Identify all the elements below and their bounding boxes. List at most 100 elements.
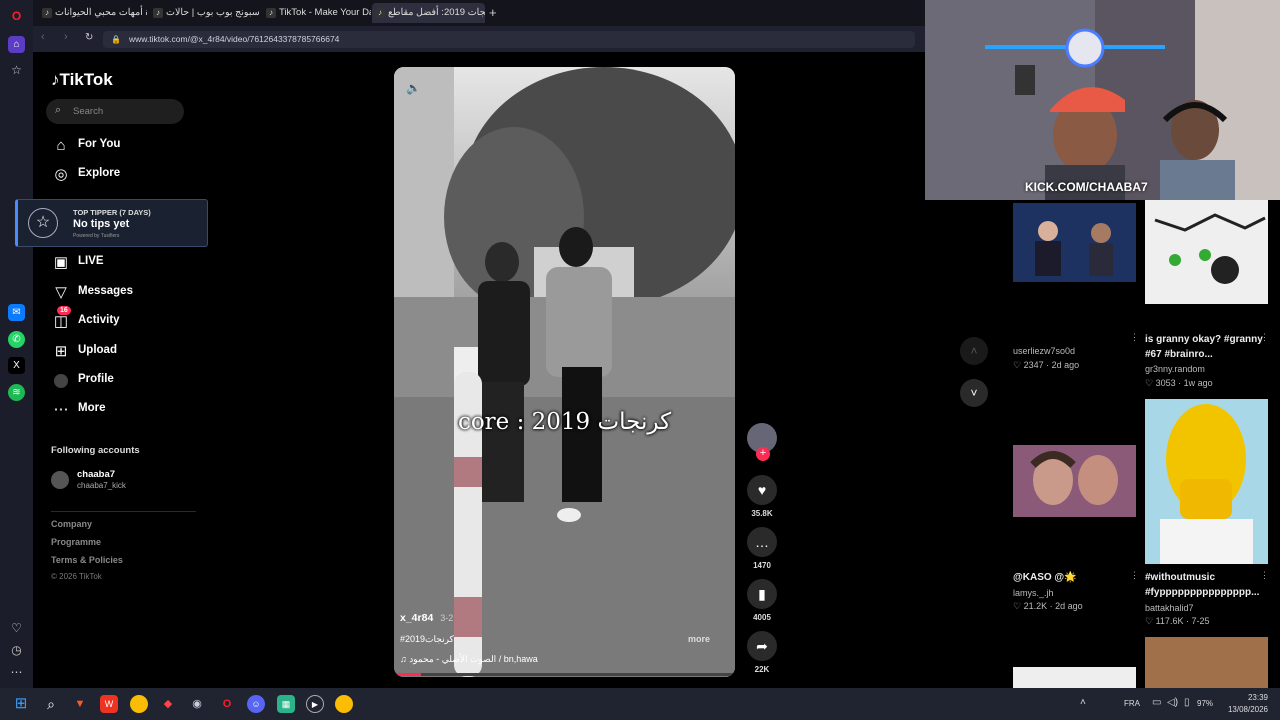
chrome-icon[interactable] (335, 695, 353, 713)
kebab-icon[interactable]: ⋮ (1130, 332, 1139, 343)
following-account[interactable]: chaaba7 chaaba7_kick (51, 469, 211, 495)
video-sound[interactable]: ♫ الصوت الأصلي - محمود / bn,hawa (400, 654, 538, 665)
video-hashtag[interactable]: #كرنجات2019 (400, 634, 454, 645)
video-thumbnail[interactable] (1013, 445, 1136, 517)
volume-icon[interactable]: ◁) (1167, 697, 1178, 708)
video-author: x_4r84 (400, 612, 434, 624)
reload-icon[interactable]: ↻ (85, 32, 93, 43)
tiktok-logo[interactable]: ♪TikTok (51, 70, 113, 90)
tiktok-sidebar: ♪TikTok ⌕ Search ⌂ For You ◎ Explore ▣ LIVE… (33, 52, 393, 688)
whatsapp-icon[interactable]: ✆ (8, 331, 25, 348)
nav-more[interactable]: ⋯ More (51, 398, 231, 422)
rec-title[interactable]: #withoutmusic #fyppppppppppppppp... (1145, 570, 1265, 600)
volume-icon[interactable]: 🔈 (406, 81, 421, 95)
kebab-icon[interactable]: ⋮ (1260, 332, 1269, 343)
rec-title[interactable]: @KASO @🌟 (1013, 570, 1077, 585)
rec-user[interactable]: lamys._.jh (1013, 588, 1054, 598)
following-title: Following accounts (51, 445, 140, 456)
previous-video-button[interactable]: ˄ (960, 337, 988, 365)
battery-icon[interactable]: ▯ (1184, 697, 1190, 708)
steam-icon[interactable]: ◉ (188, 695, 206, 713)
app-icon[interactable]: ◆ (159, 695, 177, 713)
lock-icon: 🔒 (111, 35, 121, 44)
search-input[interactable]: ⌕ Search (46, 99, 184, 124)
tab[interactable]: ♪أغنية سبونج بوب بوب | حالات (150, 3, 262, 23)
nav-live[interactable]: ▣ LIVE (51, 251, 231, 275)
tiktok-note-icon: ♪ (51, 70, 60, 89)
rec-user[interactable]: userliezw7so0d (1013, 346, 1075, 356)
footer-link[interactable]: Company (51, 519, 92, 529)
rec-age: 2d ago (1055, 601, 1083, 611)
nav-explore[interactable]: ◎ Explore (51, 163, 231, 187)
history-icon[interactable]: ◷ (8, 642, 25, 659)
language-indicator[interactable]: FRA (1124, 699, 1140, 708)
wps-icon[interactable]: W (100, 695, 118, 713)
more-dots-icon[interactable]: ⋯ (8, 664, 25, 681)
back-icon[interactable]: ‹ (41, 31, 45, 43)
kebab-icon[interactable]: ⋮ (1260, 570, 1269, 581)
new-tab-icon[interactable]: + (489, 5, 497, 20)
chrome-icon[interactable] (130, 695, 148, 713)
progress-fill (394, 673, 422, 676)
url-field[interactable]: 🔒 www.tiktok.com/@x_4r84/video/761264337… (103, 31, 915, 48)
video-thumbnail[interactable] (1145, 399, 1268, 564)
nav-activity[interactable]: ◫ 16 Activity (51, 306, 231, 334)
discord-icon[interactable]: ☺ (247, 695, 265, 713)
nav-upload[interactable]: ⊞ Upload (51, 340, 231, 364)
video-thumbnail[interactable] (1145, 637, 1268, 688)
spotify-icon[interactable]: ≋ (8, 384, 25, 401)
forward-icon[interactable]: › (64, 31, 68, 43)
rec-user[interactable]: battakhalid7 (1145, 603, 1194, 613)
star-icon[interactable]: ☆ (8, 62, 25, 79)
compass-icon: ◎ (54, 166, 68, 183)
heart-outline-icon: ♡ (1145, 378, 1154, 388)
share-button[interactable]: ➦ 22K (746, 631, 778, 674)
heart-outline-icon: ♡ (1013, 360, 1022, 370)
tab-label: TikTok - Make Your Day (279, 7, 371, 18)
live-icon: ▣ (53, 254, 69, 271)
nav-profile[interactable]: Profile (51, 369, 231, 393)
brave-icon[interactable]: ▼ (71, 695, 89, 713)
search-icon[interactable]: ⌕ (42, 695, 60, 713)
nav-messages[interactable]: ▽ Messages (51, 281, 231, 305)
footer-link[interactable]: Programme (51, 537, 101, 547)
more-button[interactable]: more (688, 634, 710, 644)
video-author-row[interactable]: x_4r84 3-2 (400, 612, 453, 624)
tab-active[interactable]: ♪كرنجات 2019: أفضل مقاطع (372, 3, 485, 23)
video-player[interactable]: 🔈 core : 2019 كرنجات x_4r84 3-2 #كرنجات2… (394, 67, 735, 677)
clock-date[interactable]: 13/08/2026 (1220, 705, 1268, 714)
tab[interactable]: ♪معاناة أمهات محبي الحيوانات (39, 3, 147, 23)
footer-link[interactable]: Terms & Policies (51, 555, 123, 565)
nav-label: Upload (78, 344, 117, 356)
rec-user[interactable]: gr3nny.random (1145, 364, 1205, 374)
follow-plus-icon[interactable]: + (756, 447, 770, 461)
kebab-icon[interactable]: ⋮ (1130, 570, 1139, 581)
video-thumbnail[interactable] (1013, 203, 1136, 282)
like-button[interactable]: ♥ 35.8K (746, 475, 778, 518)
star-icon: ☆ (28, 208, 58, 238)
creator-avatar[interactable]: + (746, 423, 778, 461)
network-icon[interactable]: ▭ (1152, 697, 1161, 708)
address-bar: ‹ › ↻ 🔒 www.tiktok.com/@x_4r84/video/761… (33, 26, 925, 52)
heart-icon[interactable]: ♡ (8, 620, 25, 637)
nav-for-you[interactable]: ⌂ For You (51, 134, 231, 158)
windows-start-icon[interactable]: ⊞ (12, 695, 30, 713)
x-icon[interactable]: X (8, 357, 25, 374)
opera-icon[interactable]: O (218, 695, 236, 713)
tab[interactable]: ♪ TikTok - Make Your Day (263, 3, 371, 23)
clock-time[interactable]: 23:39 (1226, 693, 1268, 702)
video-thumbnail[interactable] (1013, 667, 1136, 688)
opera-logo-icon[interactable]: O (8, 8, 25, 25)
account-handle: chaaba7_kick (77, 481, 126, 490)
progress-track[interactable] (394, 673, 735, 676)
media-player-icon[interactable]: ▶ (306, 695, 324, 713)
save-button[interactable]: ▮ 4005 (746, 579, 778, 622)
comment-button[interactable]: … 1470 (746, 527, 778, 570)
rec-title[interactable]: is granny okay? #granny #67 #brainro... (1145, 332, 1265, 362)
messenger-icon[interactable]: ✉ (8, 304, 25, 321)
tray-chevron-icon[interactable]: ˄ (1080, 697, 1086, 708)
next-video-button[interactable]: ˅ (960, 379, 988, 407)
video-thumbnail[interactable] (1145, 200, 1268, 304)
app-icon[interactable]: ▦ (277, 695, 295, 713)
home-icon[interactable]: ⌂ (8, 36, 25, 53)
